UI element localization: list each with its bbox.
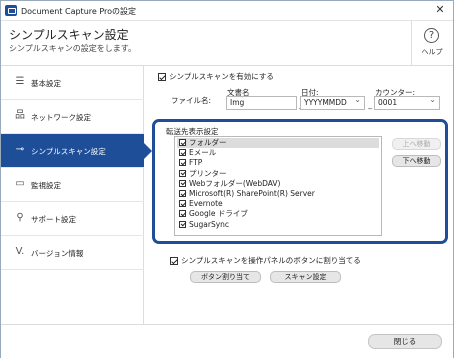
list-item[interactable]: プリンター	[177, 169, 379, 179]
enable-simple-scan-checkbox[interactable]	[158, 72, 166, 81]
scan-icon: ⊸	[15, 144, 25, 155]
list-item-label: フォルダー	[189, 138, 227, 147]
key-icon: ⚲	[16, 212, 24, 223]
list-item-label: FTP	[189, 158, 203, 168]
list-item-label: Microsoft(R) SharePoint(R) Server	[189, 189, 315, 198]
list-item-label: プリンター	[189, 168, 227, 178]
main-content: シンプルスキャンを有効にする ファイル名: 文書名 Img _ 日付: YYYY…	[144, 66, 453, 324]
checkbox[interactable]	[179, 210, 186, 218]
checkbox[interactable]	[179, 159, 186, 167]
checkbox[interactable]	[179, 149, 186, 157]
list-item-label: Evernote	[189, 199, 223, 209]
sidebar: ☰ 基本設定 品 ネットワーク設定 ⊸ シンプルスキャン設定 ▭ 監視設定 ⚲ …	[1, 66, 152, 324]
document-name-input[interactable]: Img	[226, 96, 297, 110]
filename-label: ファイル名:	[171, 96, 212, 105]
footer: 閉じる	[1, 324, 453, 358]
title-bar: Document Capture Proの設定 ✕	[1, 1, 453, 21]
checkbox[interactable]	[179, 200, 186, 208]
list-item[interactable]: SugarSync	[177, 220, 379, 230]
separator: _	[368, 100, 372, 109]
settings-window: Document Capture Proの設定 ✕ シンプルスキャン設定 シンプ…	[0, 0, 454, 358]
sidebar-item-label: バージョン情報	[31, 249, 84, 258]
sidebar-item-simple-scan-settings[interactable]: ⊸ シンプルスキャン設定	[1, 134, 152, 168]
checkbox[interactable]	[179, 139, 186, 146]
destinations-list[interactable]: フォルダー Eメール FTP プリンター Webフォルダー(WebDAV) Mi…	[174, 136, 382, 236]
list-item-label: Google ドライブ	[189, 209, 248, 219]
page-title: シンプルスキャン設定	[9, 28, 129, 42]
checkbox[interactable]	[179, 190, 186, 197]
list-item[interactable]: フォルダー	[177, 138, 379, 149]
checkbox[interactable]	[179, 169, 186, 177]
sidebar-item-version-info[interactable]: V. バージョン情報	[1, 236, 144, 270]
list-item[interactable]: Webフォルダー(WebDAV)	[177, 179, 379, 189]
sidebar-item-label: ネットワーク設定	[31, 113, 91, 122]
close-window-icon[interactable]: ✕	[433, 3, 447, 17]
list-item[interactable]: Google ドライブ	[177, 209, 379, 219]
sidebar-item-label: 監視設定	[31, 181, 61, 190]
help-label: ヘルプ	[421, 48, 443, 56]
list-item[interactable]: FTP	[177, 158, 379, 168]
assign-to-panel-label: シンプルスキャンを操作パネルのボタンに割り当てる	[181, 256, 361, 265]
enable-simple-scan-row: シンプルスキャンを有効にする	[158, 71, 274, 82]
move-up-button[interactable]: 上へ移動	[392, 138, 441, 150]
checkbox[interactable]	[179, 179, 186, 187]
folder-icon: ▭	[15, 178, 25, 189]
network-icon: 品	[15, 110, 25, 121]
button-assign-button[interactable]: ボタン割り当て	[190, 271, 261, 283]
help-button[interactable]: ? ヘルプ	[414, 25, 450, 63]
list-item[interactable]: Eメール	[177, 148, 379, 158]
window-title: Document Capture Proの設定	[21, 7, 137, 16]
divider	[411, 21, 412, 65]
move-down-button[interactable]: 下へ移動	[392, 155, 441, 167]
assign-to-panel-checkbox[interactable]	[170, 256, 178, 265]
scan-settings-button[interactable]: スキャン設定	[270, 271, 341, 283]
list-item-label: Eメール	[189, 148, 217, 158]
assign-button-row: シンプルスキャンを操作パネルのボタンに割り当てる	[170, 255, 361, 266]
sidebar-item-basic-settings[interactable]: ☰ 基本設定	[1, 66, 144, 100]
sidebar-item-label: 基本設定	[31, 79, 61, 88]
app-icon	[5, 5, 17, 16]
sidebar-item-label: サポート設定	[31, 215, 76, 224]
date-format-select[interactable]: YYYYMMDD	[300, 94, 365, 110]
sidebar-item-monitor-settings[interactable]: ▭ 監視設定	[1, 168, 144, 202]
version-icon: V.	[15, 246, 25, 257]
counter-select[interactable]: 0001	[374, 94, 440, 110]
checkbox[interactable]	[179, 220, 186, 228]
enable-simple-scan-label: シンプルスキャンを有効にする	[169, 72, 274, 81]
sidebar-item-support-settings[interactable]: ⚲ サポート設定	[1, 202, 144, 236]
close-button[interactable]: 閉じる	[368, 334, 442, 349]
sidebar-item-label: シンプルスキャン設定	[31, 147, 106, 156]
page-subtitle: シンプルスキャンの設定をします。	[9, 44, 136, 53]
sidebar-item-network-settings[interactable]: 品 ネットワーク設定	[1, 100, 144, 134]
list-item-label: SugarSync	[189, 219, 230, 229]
help-icon: ?	[424, 28, 439, 43]
list-item-label: Webフォルダー(WebDAV)	[189, 178, 281, 188]
list-item[interactable]: Evernote	[177, 199, 379, 209]
page-header: シンプルスキャン設定 シンプルスキャンの設定をします。 ? ヘルプ	[1, 21, 453, 66]
list-icon: ☰	[15, 76, 25, 87]
list-item[interactable]: Microsoft(R) SharePoint(R) Server	[177, 189, 379, 199]
